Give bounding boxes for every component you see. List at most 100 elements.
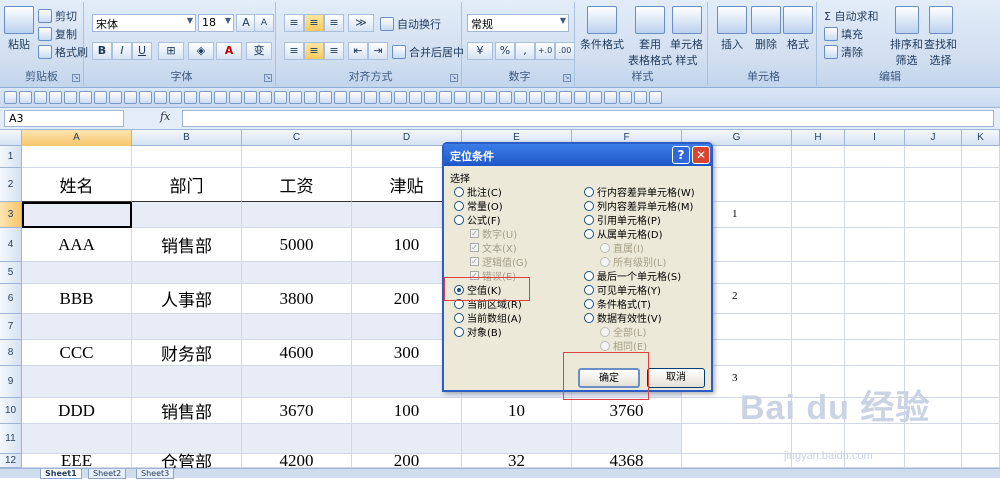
toolbar-tool-icon[interactable] [484,91,497,104]
fill-color-button[interactable]: ◈ [188,42,214,60]
name-cell[interactable]: CCC [22,340,132,366]
left-option-10[interactable]: 对象(B) [454,324,502,339]
cell[interactable] [962,168,1000,202]
column-header-a[interactable]: A [22,130,132,146]
cell-styles-button[interactable]: 单元格 样式 [670,6,703,68]
currency-icon[interactable]: ¥ [467,42,493,60]
decrease-indent-icon[interactable]: ⇤ [348,42,368,60]
toolbar-tool-icon[interactable] [49,91,62,104]
format-as-table-button[interactable]: 套用 表格格式 [628,6,672,68]
clear-button[interactable]: 清除 [824,44,863,60]
cell[interactable] [242,146,352,168]
toolbar-tool-icon[interactable] [79,91,92,104]
bold-button[interactable]: B [92,42,112,60]
column-header-i[interactable]: I [845,130,905,146]
cut-button[interactable]: 剪切 [38,8,77,24]
row-header-8[interactable]: 8 [0,340,22,366]
cell[interactable] [905,146,962,168]
fill-button[interactable]: 填充 [824,26,863,42]
cell[interactable] [962,366,1000,398]
help-button[interactable]: ? [672,146,690,164]
toolbar-tool-icon[interactable] [34,91,47,104]
column-header-j[interactable]: J [905,130,962,146]
toolbar-tool-icon[interactable] [109,91,122,104]
right-option-0[interactable]: 行内容差异单元格(W) [584,184,695,199]
allowance-cell[interactable]: 100 [352,398,462,424]
toolbar-tool-icon[interactable] [304,91,317,104]
cell[interactable] [962,228,1000,262]
cell[interactable] [845,262,905,284]
cell[interactable] [962,398,1000,424]
toolbar-tool-icon[interactable] [244,91,257,104]
cell[interactable] [792,228,845,262]
left-option-2[interactable]: 公式(F) [454,212,501,227]
cell[interactable] [845,284,905,314]
merge-center-button[interactable]: 合并后居中 [392,44,464,60]
cell[interactable] [962,146,1000,168]
dept-cell[interactable]: 人事部 [132,284,242,314]
close-button[interactable]: ✕ [692,146,710,164]
dept-cell[interactable]: 仓管部 [132,453,242,473]
cell[interactable] [905,454,962,468]
cell[interactable] [845,146,905,168]
cell[interactable] [792,146,845,168]
italic-button[interactable]: I [112,42,132,60]
fx-icon[interactable]: fx [160,110,170,123]
radio-icon[interactable] [584,186,594,197]
salary-cell[interactable]: 5000 [242,228,352,262]
radio-icon[interactable] [584,284,594,295]
radio-icon[interactable] [584,214,594,225]
toolbar-tool-icon[interactable] [349,91,362,104]
right-option-9[interactable]: 数据有效性(V) [584,310,662,325]
increase-indent-icon[interactable]: ⇥ [368,42,388,60]
underline-button[interactable]: U [132,42,152,60]
radio-icon[interactable] [454,312,464,323]
font-name-combo[interactable]: 宋体 ▼ [92,14,196,32]
checkbox-icon[interactable]: ✓ [470,257,479,266]
font-launcher-icon[interactable]: ↘ [264,74,272,82]
radio-icon[interactable] [584,298,594,309]
toolbar-tool-icon[interactable] [394,91,407,104]
cell[interactable] [845,314,905,340]
right-option-8[interactable]: 条件格式(T) [584,296,651,311]
toolbar-tool-icon[interactable] [184,91,197,104]
align-top-icon[interactable]: ≡ [284,14,304,32]
cell[interactable] [905,284,962,314]
radio-icon[interactable] [454,326,464,337]
table-header-cell[interactable]: 工资 [242,168,352,202]
increase-decimal-button[interactable]: +.0 [535,42,555,60]
paste-button[interactable]: 粘贴 [4,6,34,52]
align-left-icon[interactable]: ≡ [284,42,304,60]
toolbar-tool-icon[interactable] [424,91,437,104]
row-header-2[interactable]: 2 [0,168,22,202]
cell[interactable] [242,424,352,454]
cell[interactable] [962,262,1000,284]
cell[interactable] [792,202,845,228]
cell[interactable] [962,340,1000,366]
alignment-launcher-icon[interactable]: ↘ [450,74,458,82]
percent-button[interactable]: % [495,42,515,60]
radio-icon[interactable] [600,340,610,351]
salary-cell[interactable]: 3670 [242,398,352,424]
toolbar-tool-icon[interactable] [19,91,32,104]
right-option-6[interactable]: 最后一个单元格(S) [584,268,681,283]
radio-icon[interactable] [600,256,610,267]
row-header-4[interactable]: 4 [0,228,22,262]
align-center-icon[interactable]: ≡ [304,42,324,60]
cell[interactable] [22,202,132,228]
cell[interactable] [462,424,572,454]
toolbar-tool-icon[interactable] [364,91,377,104]
font-size-combo[interactable]: 18 ▼ [198,14,234,32]
right-option-2[interactable]: 引用单元格(P) [584,212,661,227]
dept-cell[interactable]: 销售部 [132,398,242,424]
cell[interactable] [242,262,352,284]
cell[interactable] [845,168,905,202]
toolbar-tool-icon[interactable] [574,91,587,104]
row-header-11[interactable]: 11 [0,424,22,454]
toolbar-tool-icon[interactable] [139,91,152,104]
toolbar-tool-icon[interactable] [94,91,107,104]
cell[interactable] [22,424,132,454]
toolbar-tool-icon[interactable] [634,91,647,104]
toolbar-tool-icon[interactable] [514,91,527,104]
format-painter-button[interactable]: 格式刷 [38,44,88,60]
